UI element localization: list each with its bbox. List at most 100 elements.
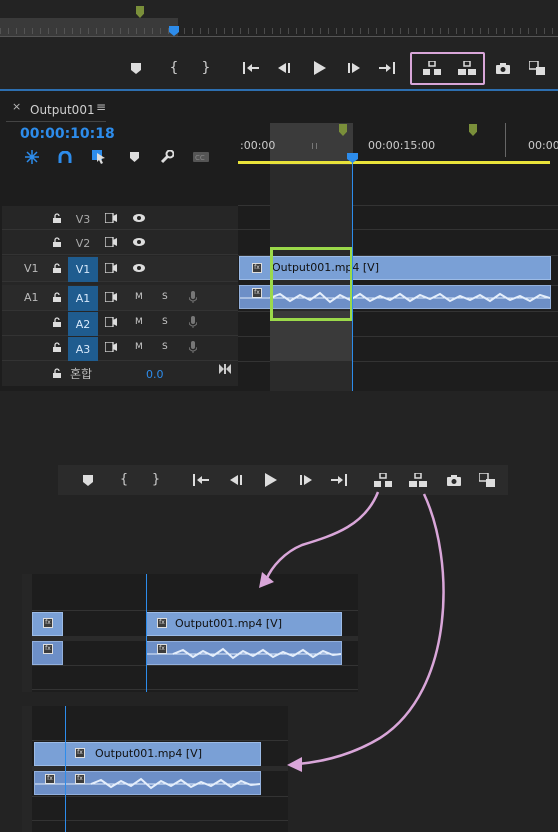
- track-row-a3: [2, 337, 238, 361]
- lock-icon[interactable]: [51, 290, 63, 304]
- go-to-in-icon[interactable]: [192, 472, 210, 488]
- go-to-end-icon[interactable]: [218, 363, 232, 375]
- step-forward-icon[interactable]: [298, 472, 314, 488]
- snap-nest-icon[interactable]: [23, 149, 41, 165]
- playhead-timecode[interactable]: 00:00:10:18: [20, 126, 115, 142]
- lock-icon[interactable]: [51, 315, 63, 329]
- button-editor-icon[interactable]: [478, 472, 496, 488]
- lock-icon[interactable]: [51, 366, 63, 380]
- captions-icon[interactable]: CC: [192, 149, 210, 165]
- track-name-a1[interactable]: A1: [68, 286, 98, 311]
- go-to-out-icon[interactable]: [378, 60, 396, 76]
- close-icon[interactable]: ×: [12, 100, 21, 113]
- video-clip[interactable]: fx Output001.mp4 [V]: [146, 612, 342, 636]
- sequence-tab-title[interactable]: Output001: [30, 103, 95, 117]
- ruler-label-15s: 00:00:15:00: [368, 139, 436, 152]
- microphone-icon[interactable]: [187, 290, 199, 304]
- extract-icon[interactable]: [457, 60, 477, 76]
- work-area-bar[interactable]: [238, 161, 550, 164]
- camera-icon[interactable]: [495, 60, 511, 76]
- mark-out-icon[interactable]: }: [198, 60, 214, 76]
- eye-icon[interactable]: [132, 235, 146, 249]
- go-to-out-icon[interactable]: [330, 472, 348, 488]
- add-marker-icon[interactable]: [126, 149, 142, 165]
- lift-arrow: [264, 491, 380, 581]
- microphone-icon[interactable]: [187, 315, 199, 329]
- sync-lock-icon[interactable]: [104, 290, 118, 304]
- video-clip-left-fragment[interactable]: fx: [32, 612, 63, 636]
- fx-badge-icon: fx: [75, 748, 85, 758]
- go-to-in-icon[interactable]: [242, 60, 260, 76]
- playhead-line: [146, 574, 147, 692]
- camera-icon[interactable]: [446, 472, 462, 488]
- lock-icon[interactable]: [51, 340, 63, 354]
- fx-badge-icon: fx: [43, 644, 53, 654]
- panel-menu-icon[interactable]: ≡: [96, 100, 106, 114]
- timeline-panel: × Output001 ≡ 00:00:10:18 CC V3 V2 V1 V1: [0, 91, 558, 391]
- marker-icon: [469, 124, 477, 136]
- lift-result-example: fx fx fx Output001.mp4 [V] fx: [22, 574, 358, 692]
- lock-icon[interactable]: [51, 211, 63, 225]
- tick-marks: [0, 28, 558, 34]
- step-back-icon[interactable]: [228, 472, 244, 488]
- audio-clip[interactable]: fx: [146, 641, 342, 665]
- mark-in-icon[interactable]: {: [116, 471, 132, 487]
- button-editor-icon[interactable]: [528, 60, 546, 76]
- top-transport-bar: { }: [0, 42, 558, 90]
- playhead-line: [65, 706, 66, 832]
- lock-icon[interactable]: [51, 261, 63, 275]
- audio-clip[interactable]: fx fx: [34, 771, 261, 795]
- lift-icon[interactable]: [373, 472, 393, 488]
- sync-lock-icon[interactable]: [104, 211, 118, 225]
- eye-icon[interactable]: [132, 261, 146, 275]
- mute-button[interactable]: M: [135, 342, 143, 352]
- mix-label: 혼합: [70, 367, 93, 381]
- marker-icon[interactable]: [128, 60, 144, 76]
- step-back-icon[interactable]: [276, 60, 292, 76]
- play-icon[interactable]: [312, 60, 328, 76]
- sync-lock-icon[interactable]: [104, 235, 118, 249]
- snap-icon[interactable]: [56, 149, 74, 165]
- video-clip[interactable]: fx Output001.mp4 [V]: [34, 742, 261, 766]
- solo-button[interactable]: S: [162, 292, 168, 302]
- track-row-v3: [2, 208, 238, 230]
- selection-highlight: [270, 247, 353, 321]
- eye-icon[interactable]: [132, 211, 146, 225]
- track-name-a3[interactable]: A3: [68, 337, 98, 361]
- source-patch-a1[interactable]: A1: [24, 291, 39, 304]
- marker-icon[interactable]: [80, 472, 96, 488]
- sync-lock-icon[interactable]: [104, 340, 118, 354]
- timeline-ruler[interactable]: :00:00 00:00:15:00 00:00: [238, 123, 558, 165]
- fx-badge-icon: fx: [252, 263, 262, 273]
- mark-out-icon[interactable]: }: [148, 471, 164, 487]
- microphone-icon[interactable]: [187, 340, 199, 354]
- audio-waveform: [147, 647, 341, 660]
- track-name-v3[interactable]: V3: [68, 208, 98, 230]
- solo-button[interactable]: S: [162, 342, 168, 352]
- fx-badge-icon: fx: [157, 618, 167, 628]
- play-icon[interactable]: [263, 472, 279, 488]
- wrench-icon[interactable]: [158, 149, 176, 165]
- sync-lock-icon[interactable]: [104, 315, 118, 329]
- lock-icon[interactable]: [51, 235, 63, 249]
- track-name-a2[interactable]: A2: [68, 312, 98, 336]
- extract-result-example: fx Output001.mp4 [V] fx fx: [22, 706, 288, 832]
- mute-button[interactable]: M: [135, 317, 143, 327]
- track-row-a2: [2, 312, 238, 336]
- extract-icon[interactable]: [408, 472, 428, 488]
- source-patch-v1[interactable]: V1: [24, 262, 39, 275]
- track-name-v2[interactable]: V2: [68, 232, 98, 254]
- linked-selection-icon[interactable]: [90, 149, 108, 165]
- clip-label: Output001.mp4 [V]: [175, 617, 283, 630]
- mark-in-icon[interactable]: {: [166, 60, 182, 76]
- solo-button[interactable]: S: [162, 317, 168, 327]
- mix-volume-value[interactable]: 0.0: [146, 368, 164, 381]
- sync-lock-icon[interactable]: [104, 261, 118, 275]
- audio-clip-left-fragment[interactable]: fx: [32, 641, 63, 665]
- clip-label: Output001.mp4 [V]: [95, 747, 203, 760]
- step-forward-icon[interactable]: [346, 60, 362, 76]
- track-name-v1[interactable]: V1: [68, 257, 98, 282]
- mute-button[interactable]: M: [135, 292, 143, 302]
- lift-icon[interactable]: [422, 60, 442, 76]
- playhead-line[interactable]: [352, 159, 353, 391]
